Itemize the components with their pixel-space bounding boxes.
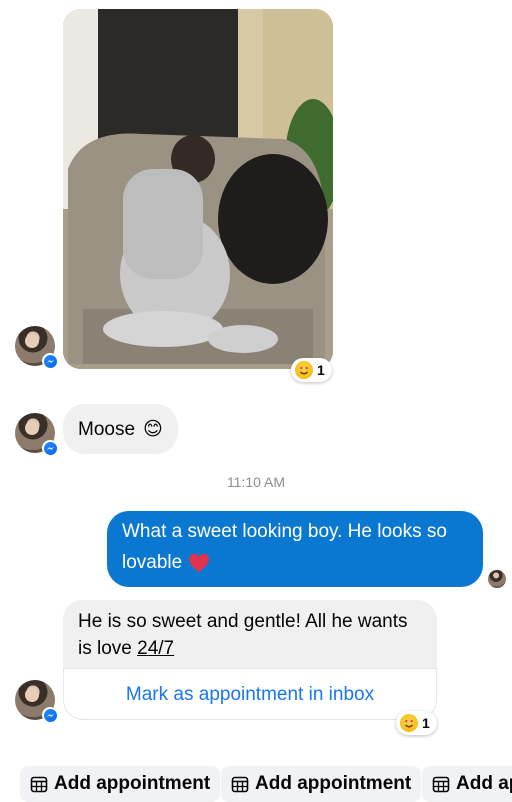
card-text-main: He is so sweet and gentle! All he wants … bbox=[78, 611, 408, 659]
chip-label: Add appointment bbox=[54, 773, 211, 794]
calendar-icon bbox=[432, 776, 450, 793]
chip-label: Add appointment bbox=[255, 773, 412, 794]
message-text: Moose bbox=[78, 418, 136, 440]
card-text-underlined[interactable]: 24/7 bbox=[137, 638, 174, 659]
red-heart-icon bbox=[189, 553, 210, 572]
message-text-line-2: lovable bbox=[122, 547, 468, 578]
incoming-card-message[interactable]: He is so sweet and gentle! All he wants … bbox=[63, 600, 437, 720]
messenger-badge-icon bbox=[42, 440, 58, 456]
message-text-line: What a sweet looking boy. He looks so bbox=[122, 521, 447, 542]
mark-as-appointment-link[interactable]: Mark as appointment in inbox bbox=[63, 668, 437, 720]
avatar-face bbox=[25, 334, 39, 348]
add-appointment-button[interactable]: Add appointment bbox=[221, 766, 422, 802]
add-appointment-button[interactable]: Add appointment bbox=[20, 766, 221, 802]
card-text: He is so sweet and gentle! All he wants … bbox=[63, 600, 437, 668]
outgoing-message[interactable]: What a sweet looking boy. He looks so lo… bbox=[107, 511, 483, 587]
messenger-badge-icon bbox=[42, 353, 58, 369]
add-appointment-button[interactable]: Add ap bbox=[422, 766, 512, 802]
card-reaction[interactable]: 1 bbox=[396, 711, 437, 735]
photo-content bbox=[63, 9, 333, 369]
reaction-count: 1 bbox=[422, 715, 430, 731]
photo-reaction[interactable]: 1 bbox=[291, 358, 332, 382]
shared-photo[interactable] bbox=[63, 9, 333, 369]
sender-avatar[interactable] bbox=[15, 680, 58, 723]
reaction-count: 1 bbox=[317, 362, 325, 378]
message-text-end: lovable bbox=[122, 552, 183, 573]
chip-label: Add ap bbox=[456, 773, 512, 794]
read-receipt-avatar bbox=[488, 570, 506, 588]
avatar-face bbox=[25, 688, 39, 702]
heart-eyes-emoji-icon bbox=[400, 714, 418, 732]
incoming-message[interactable]: Moose 😊 bbox=[63, 404, 178, 454]
calendar-icon bbox=[30, 776, 48, 793]
calendar-icon bbox=[231, 776, 249, 793]
heart-eyes-emoji-icon bbox=[295, 361, 313, 379]
timestamp: 11:10 AM bbox=[226, 474, 286, 490]
avatar-face bbox=[25, 421, 39, 435]
sender-avatar[interactable] bbox=[15, 326, 58, 369]
messenger-badge-icon bbox=[42, 707, 58, 723]
smiling-emoji-icon: 😊 bbox=[143, 418, 163, 440]
sender-avatar[interactable] bbox=[15, 413, 58, 456]
